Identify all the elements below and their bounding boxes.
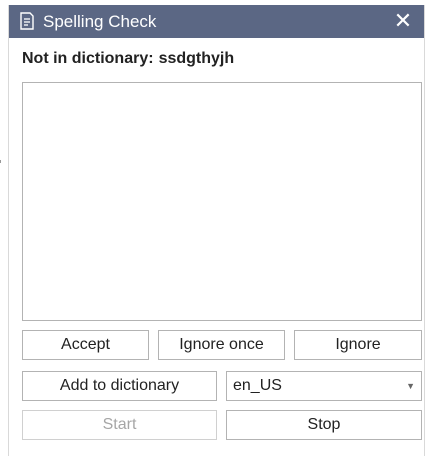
accept-button[interactable]: Accept xyxy=(22,330,149,360)
language-select[interactable]: en_US ▼ xyxy=(226,371,422,401)
close-button[interactable]: ✕ xyxy=(390,8,416,34)
not-in-dictionary-heading: Not in dictionary: ssdgthyjh xyxy=(22,50,234,68)
start-button[interactable]: Start xyxy=(22,410,217,440)
document-check-icon xyxy=(19,12,35,31)
not-in-dictionary-label: Not in dictionary: xyxy=(22,50,154,67)
stop-button[interactable]: Stop xyxy=(226,410,422,440)
ignore-button[interactable]: Ignore xyxy=(294,330,422,360)
edge-mark xyxy=(0,160,1,163)
add-to-dictionary-button[interactable]: Add to dictionary xyxy=(22,371,217,401)
ignore-once-button[interactable]: Ignore once xyxy=(158,330,285,360)
suggestions-list[interactable] xyxy=(22,82,422,321)
misspelled-word: ssdgthyjh xyxy=(158,50,235,67)
dialog-title: Spelling Check xyxy=(43,12,157,31)
language-value: en_US xyxy=(233,377,282,394)
title-bar[interactable]: Spelling Check ✕ xyxy=(9,5,424,38)
spelling-check-dialog: Spelling Check ✕ Not in dictionary: ssdgt… xyxy=(8,5,425,456)
chevron-down-icon: ▼ xyxy=(406,381,415,391)
